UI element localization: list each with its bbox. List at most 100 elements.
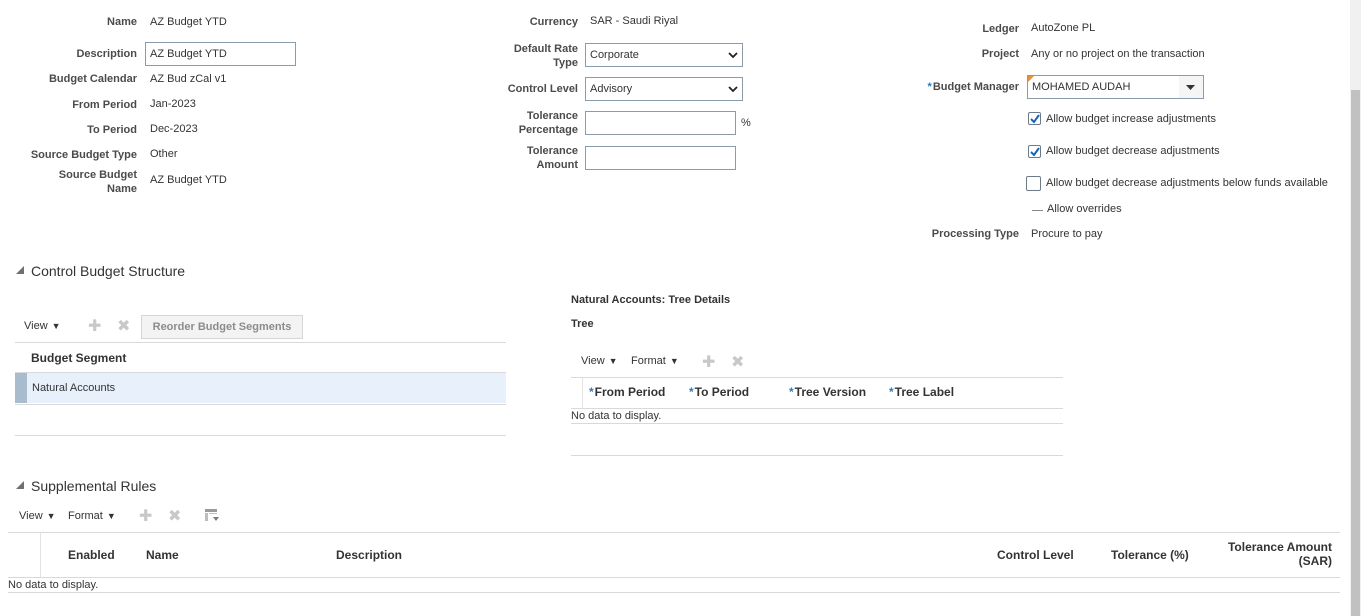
control-level-label: Control Level <box>507 83 578 95</box>
table-row[interactable]: Natural Accounts <box>15 373 506 403</box>
delete-icon[interactable]: ✖ <box>168 506 181 526</box>
to-period-header[interactable]: *To Period <box>689 385 749 399</box>
divider <box>15 342 506 343</box>
caret-down-icon: ▼ <box>608 356 618 366</box>
source-budget-name-value: AZ Budget YTD <box>150 174 227 186</box>
processing-type-value: Procure to pay <box>1031 228 1103 240</box>
budget-manager-dropdown-button[interactable] <box>1179 75 1204 99</box>
currency-value: SAR - Saudi Riyal <box>590 15 679 27</box>
add-icon[interactable]: ✚ <box>702 352 715 372</box>
divider <box>15 435 506 436</box>
budget-manager-value: MOHAMED AUDAH <box>1032 81 1131 93</box>
to-period-value: Dec-2023 <box>150 123 198 135</box>
default-rate-type-value: Corporate <box>590 49 639 61</box>
from-period-label: From Period <box>72 99 137 111</box>
default-rate-type-label-2: Type <box>553 57 578 69</box>
vertical-scrollbar[interactable] <box>1350 0 1361 616</box>
name-label: Name <box>107 16 137 28</box>
allow-below-funds-label: Allow budget decrease adjustments below … <box>1046 177 1328 189</box>
changed-indicator-icon <box>1028 76 1034 82</box>
collapse-triangle-icon[interactable] <box>16 481 24 489</box>
tree-label-header[interactable]: *Tree Label <box>889 385 954 399</box>
budget-manager-label: *Budget Manager <box>927 81 1019 93</box>
from-period-value: Jan-2023 <box>150 98 196 110</box>
description-input[interactable]: AZ Budget YTD <box>145 42 296 66</box>
ledger-label: Ledger <box>982 23 1019 35</box>
add-icon[interactable]: ✚ <box>88 316 101 336</box>
add-icon[interactable]: ✚ <box>139 506 152 526</box>
tree-subtitle: Tree <box>571 318 594 330</box>
chevron-down-icon <box>728 44 738 75</box>
ledger-value: AutoZone PL <box>1031 22 1096 34</box>
enabled-header[interactable]: Enabled <box>68 548 115 562</box>
allow-increase-checkbox[interactable] <box>1028 112 1041 125</box>
allow-increase-label: Allow budget increase adjustments <box>1046 113 1216 125</box>
budget-segment-cell: Natural Accounts <box>32 382 116 394</box>
budget-calendar-value: AZ Bud zCal v1 <box>150 73 227 85</box>
currency-label: Currency <box>529 16 578 28</box>
required-indicator: * <box>927 81 932 93</box>
tree-details-title: Natural Accounts: Tree Details <box>571 294 731 306</box>
allow-decrease-checkbox[interactable] <box>1028 145 1041 158</box>
from-period-header[interactable]: *From Period <box>589 385 665 399</box>
chevron-down-icon <box>728 78 738 109</box>
name-header[interactable]: Name <box>146 548 179 562</box>
tolerance-percentage-label-2: Percentage <box>518 124 578 136</box>
project-value: Any or no project on the transaction <box>1031 48 1205 60</box>
column-divider <box>582 378 583 408</box>
source-budget-name-label-2: Name <box>107 183 137 195</box>
allow-overrides-label: Allow overrides <box>1047 203 1122 215</box>
percent-unit: % <box>741 117 751 129</box>
caret-down-icon: ▼ <box>51 321 61 331</box>
rules-empty-text: No data to display. <box>8 579 99 591</box>
caret-down-icon: ▼ <box>106 511 116 521</box>
tolerance-pct-header[interactable]: Tolerance (%) <box>1111 548 1189 562</box>
description-header[interactable]: Description <box>336 548 402 562</box>
allow-below-funds-checkbox[interactable] <box>1026 176 1041 191</box>
default-rate-type-select[interactable]: Corporate <box>585 43 743 67</box>
divider <box>571 455 1063 456</box>
control-level-select[interactable]: Advisory <box>585 77 743 101</box>
budget-manager-input[interactable]: MOHAMED AUDAH <box>1027 75 1180 99</box>
reorder-budget-segments-button[interactable]: Reorder Budget Segments <box>141 315 303 339</box>
check-icon <box>1030 147 1040 157</box>
freeze-columns-icon[interactable] <box>204 508 220 526</box>
format-menu[interactable]: Format ▼ <box>631 355 679 367</box>
row-selector[interactable] <box>15 373 27 403</box>
view-menu[interactable]: View ▼ <box>24 320 61 332</box>
tolerance-percentage-input[interactable] <box>585 111 736 135</box>
description-label: Description <box>76 48 137 60</box>
divider <box>571 423 1063 424</box>
check-icon <box>1030 114 1040 124</box>
view-menu[interactable]: View ▼ <box>19 510 56 522</box>
allow-decrease-label: Allow budget decrease adjustments <box>1046 145 1220 157</box>
tolerance-amount-input[interactable] <box>585 146 736 170</box>
tolerance-amount-header[interactable]: Tolerance Amount (SAR) <box>1200 540 1332 568</box>
scrollbar-thumb[interactable] <box>1351 90 1360 616</box>
divider <box>8 577 1340 578</box>
tolerance-amount-label-2: Amount <box>536 159 578 171</box>
collapse-triangle-icon[interactable] <box>16 266 24 274</box>
source-budget-type-value: Other <box>150 148 178 160</box>
format-menu[interactable]: Format ▼ <box>68 510 116 522</box>
default-rate-type-label-1: Default Rate <box>513 43 578 55</box>
divider <box>8 592 1340 593</box>
to-period-label: To Period <box>87 124 137 136</box>
delete-icon[interactable]: ✖ <box>117 316 130 336</box>
budget-segment-header[interactable]: Budget Segment <box>31 351 126 365</box>
triangle-down-icon <box>1186 85 1195 90</box>
dash-icon <box>1032 210 1043 211</box>
tolerance-amount-label-1: Tolerance <box>526 145 578 157</box>
divider <box>15 404 506 405</box>
tolerance-percentage-label-1: Tolerance <box>526 110 578 122</box>
divider <box>571 377 1063 378</box>
delete-icon[interactable]: ✖ <box>731 352 744 372</box>
control-level-value: Advisory <box>590 83 633 95</box>
supplemental-rules-title: Supplemental Rules <box>31 478 157 494</box>
view-menu[interactable]: View ▼ <box>581 355 618 367</box>
control-level-header[interactable]: Control Level <box>997 548 1074 562</box>
caret-down-icon: ▼ <box>669 356 679 366</box>
budget-calendar-label: Budget Calendar <box>48 73 137 85</box>
tree-version-header[interactable]: *Tree Version <box>789 385 866 399</box>
name-value: AZ Budget YTD <box>150 16 227 28</box>
